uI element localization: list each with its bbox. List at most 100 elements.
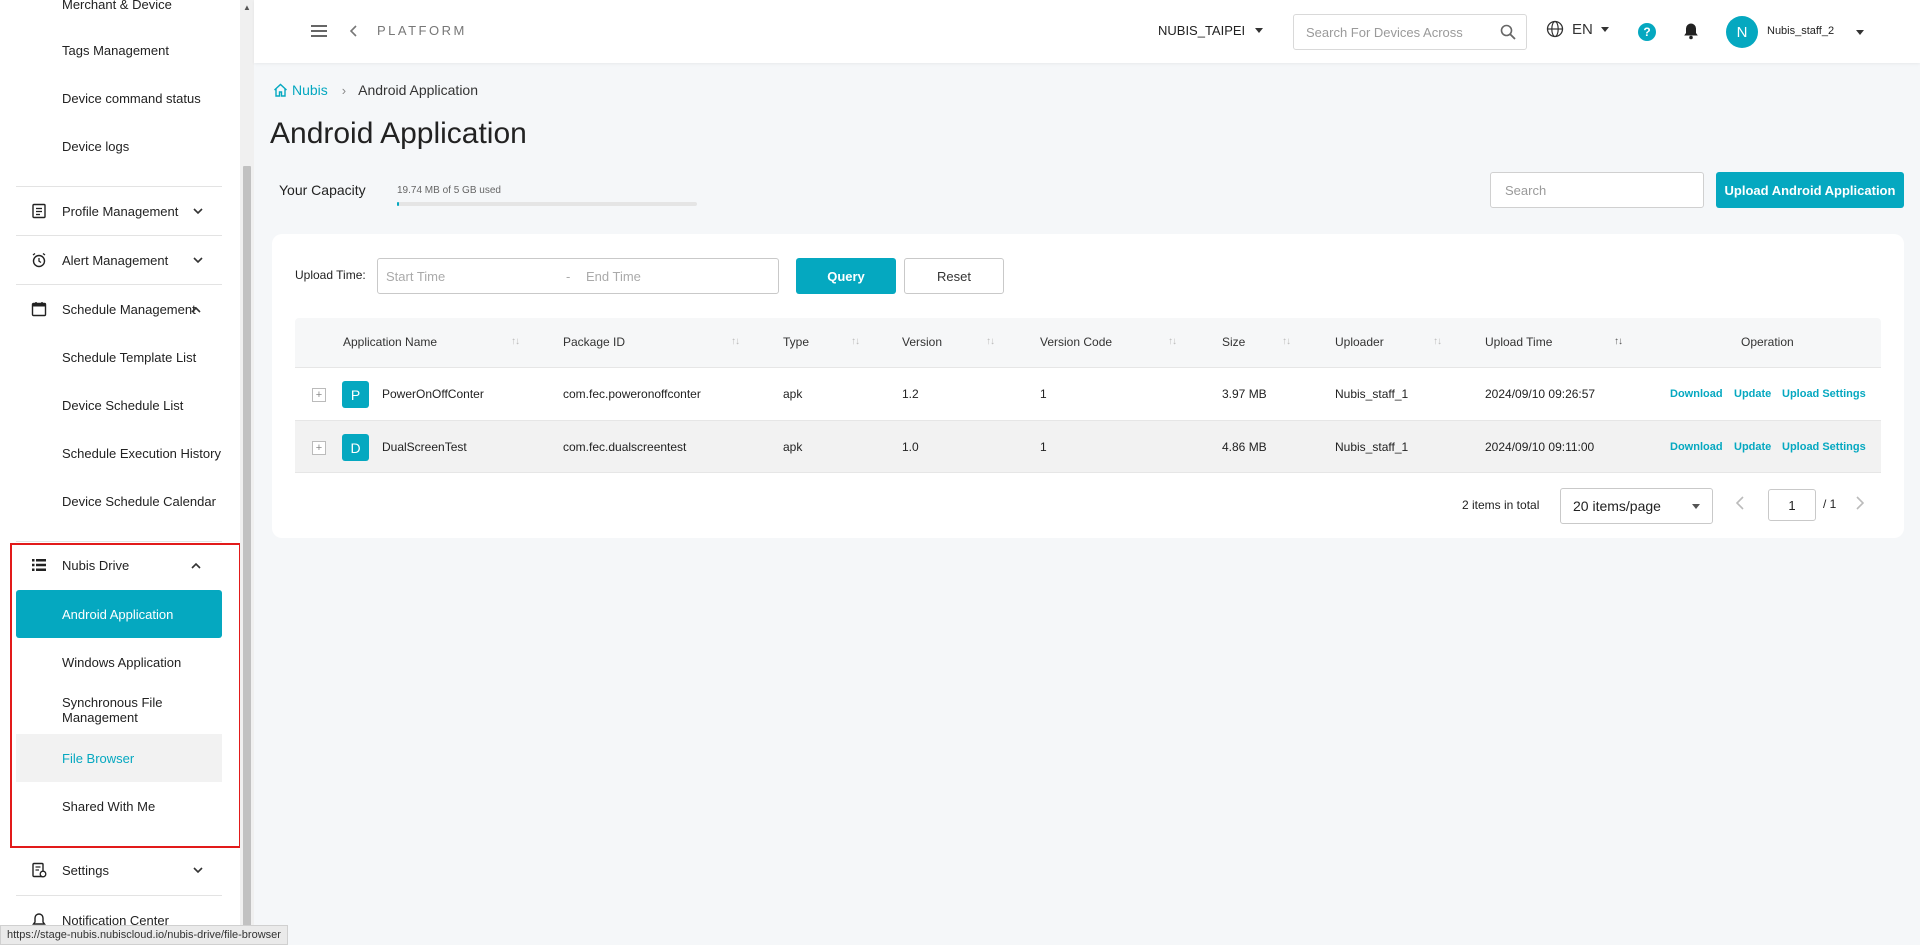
column-header-version-code[interactable]: Version Code [1040, 335, 1112, 349]
sidebar-item-schedule-management[interactable]: Schedule Management [16, 285, 222, 333]
cell-size: 4.86 MB [1222, 440, 1267, 454]
column-header-operation: Operation [1741, 335, 1794, 349]
calendar-icon [30, 300, 48, 318]
upload-settings-link[interactable]: Upload Settings [1782, 441, 1866, 453]
chevron-left-icon[interactable] [349, 24, 358, 40]
sort-icon[interactable]: ↑↓ [1433, 336, 1442, 347]
caret-down-icon [1255, 28, 1264, 33]
sidebar-item-merchant-device[interactable]: Merchant & Device [16, 0, 222, 28]
sidebar-item-label: Device Schedule Calendar [62, 493, 216, 509]
sort-icon[interactable]: ↑↓ [1168, 336, 1177, 347]
sidebar-item-profile-management[interactable]: Profile Management [16, 187, 222, 235]
sort-icon[interactable]: ↑↓ [851, 336, 860, 347]
end-time-field[interactable]: End Time [586, 269, 641, 284]
chevron-left-icon[interactable] [1735, 496, 1744, 515]
sort-icon[interactable]: ↑↓ [731, 336, 740, 347]
hamburger-menu-icon[interactable] [310, 22, 328, 40]
upload-android-application-button[interactable]: Upload Android Application [1716, 172, 1904, 208]
highlight-box [10, 543, 241, 848]
device-search-box[interactable] [1293, 14, 1527, 50]
update-link[interactable]: Update [1734, 388, 1771, 400]
sidebar-item-label: Merchant & Device [62, 0, 172, 12]
device-search-input[interactable] [1306, 24, 1486, 40]
query-button[interactable]: Query [796, 258, 896, 294]
download-link[interactable]: Download [1670, 388, 1723, 400]
language-selector[interactable]: EN [1546, 20, 1609, 38]
bell-icon[interactable] [1683, 22, 1699, 43]
sidebar-item-label: Tags Management [62, 42, 169, 58]
avatar[interactable]: N [1726, 16, 1758, 48]
sort-desc-icon[interactable]: ↑↓ [1614, 336, 1623, 347]
sidebar-item-settings[interactable]: Settings [16, 846, 222, 894]
capacity-progress-bar [397, 202, 697, 206]
column-header-size[interactable]: Size [1222, 335, 1245, 349]
column-header-uploader[interactable]: Uploader [1335, 335, 1384, 349]
sidebar-item-device-schedule-calendar[interactable]: Device Schedule Calendar [16, 477, 222, 525]
sort-icon[interactable]: ↑↓ [1282, 336, 1291, 347]
sidebar-item-device-schedule-list[interactable]: Device Schedule List [16, 381, 222, 429]
scrollbar-thumb[interactable] [243, 166, 251, 926]
table-row: + P PowerOnOffConter com.fec.poweronoffc… [295, 367, 1881, 420]
column-header-package-id[interactable]: Package ID [563, 335, 625, 349]
page-count: / 1 [1823, 497, 1837, 511]
tenant-selector[interactable]: NUBIS_TAIPEI [1158, 23, 1264, 38]
column-header-upload-time[interactable]: Upload Time [1485, 335, 1552, 349]
column-header-version[interactable]: Version [902, 335, 942, 349]
cell-size: 3.97 MB [1222, 387, 1267, 401]
cell-version-code: 1 [1040, 387, 1047, 401]
sidebar-item-schedule-execution-history[interactable]: Schedule Execution History [16, 429, 222, 477]
items-total: 2 items in total [1462, 498, 1540, 512]
search-icon[interactable] [1500, 24, 1516, 43]
sidebar-item-schedule-template-list[interactable]: Schedule Template List [16, 333, 222, 381]
range-separator: - [566, 269, 571, 284]
tenant-name: NUBIS_TAIPEI [1158, 23, 1246, 38]
caret-down-icon[interactable] [1856, 30, 1864, 35]
sidebar-item-tags-management[interactable]: Tags Management [16, 26, 222, 74]
caret-down-icon [1692, 504, 1700, 509]
table-row: + D DualScreenTest com.fec.dualscreentes… [295, 420, 1881, 473]
sidebar-item-label: Alert Management [62, 252, 169, 268]
chevron-up-icon [190, 303, 202, 315]
table-header: Application Name ↑↓ Package ID ↑↓ Type ↑… [295, 318, 1881, 367]
download-link[interactable]: Download [1670, 441, 1723, 453]
page-size-select[interactable]: 20 items/page [1560, 488, 1713, 524]
sidebar-item-label: Settings [62, 862, 109, 878]
reset-button[interactable]: Reset [904, 258, 1004, 294]
username[interactable]: Nubis_staff_2 [1767, 25, 1834, 37]
sidebar-item-device-command-status[interactable]: Device command status [16, 74, 222, 122]
page-number-input[interactable]: 1 [1768, 489, 1816, 521]
chevron-right-icon[interactable] [1856, 496, 1865, 515]
date-range-picker[interactable]: Start Time - End Time [377, 258, 779, 294]
column-header-application-name[interactable]: Application Name [343, 335, 437, 349]
scroll-up-arrow-icon[interactable]: ▲ [242, 2, 252, 12]
sidebar-item-device-logs[interactable]: Device logs [16, 122, 222, 170]
cell-version: 1.0 [902, 440, 919, 454]
page-title: Android Application [270, 117, 527, 150]
search-input[interactable] [1505, 182, 1685, 198]
sidebar-item-label: Device logs [62, 138, 130, 154]
settings-document-icon [30, 861, 48, 879]
sidebar-item-label: Device command status [62, 90, 201, 106]
sidebar-scrollbar[interactable]: ▲ [240, 0, 254, 945]
start-time-field[interactable]: Start Time [386, 269, 445, 284]
update-link[interactable]: Update [1734, 441, 1771, 453]
sort-icon[interactable]: ↑↓ [511, 336, 520, 347]
upload-settings-link[interactable]: Upload Settings [1782, 388, 1866, 400]
cell-type: apk [783, 440, 803, 454]
search-box[interactable] [1490, 172, 1704, 208]
expand-row-icon[interactable]: + [312, 388, 326, 402]
cell-version-code: 1 [1040, 440, 1047, 454]
breadcrumb-home[interactable]: Nubis [273, 82, 328, 98]
sidebar: Merchant & Device Tags Management Device… [0, 0, 254, 945]
app-initial-badge: P [342, 381, 369, 408]
globe-icon [1546, 20, 1564, 38]
platform-label[interactable]: PLATFORM [377, 23, 467, 38]
sort-icon[interactable]: ↑↓ [986, 336, 995, 347]
alarm-clock-icon [30, 251, 48, 269]
capacity-usage-text: 19.74 MB of 5 GB used [397, 185, 501, 196]
expand-row-icon[interactable]: + [312, 441, 326, 455]
page-size-value: 20 items/page [1573, 498, 1661, 514]
help-icon[interactable]: ? [1638, 23, 1656, 41]
column-header-type[interactable]: Type [783, 335, 809, 349]
sidebar-item-alert-management[interactable]: Alert Management [16, 236, 222, 284]
